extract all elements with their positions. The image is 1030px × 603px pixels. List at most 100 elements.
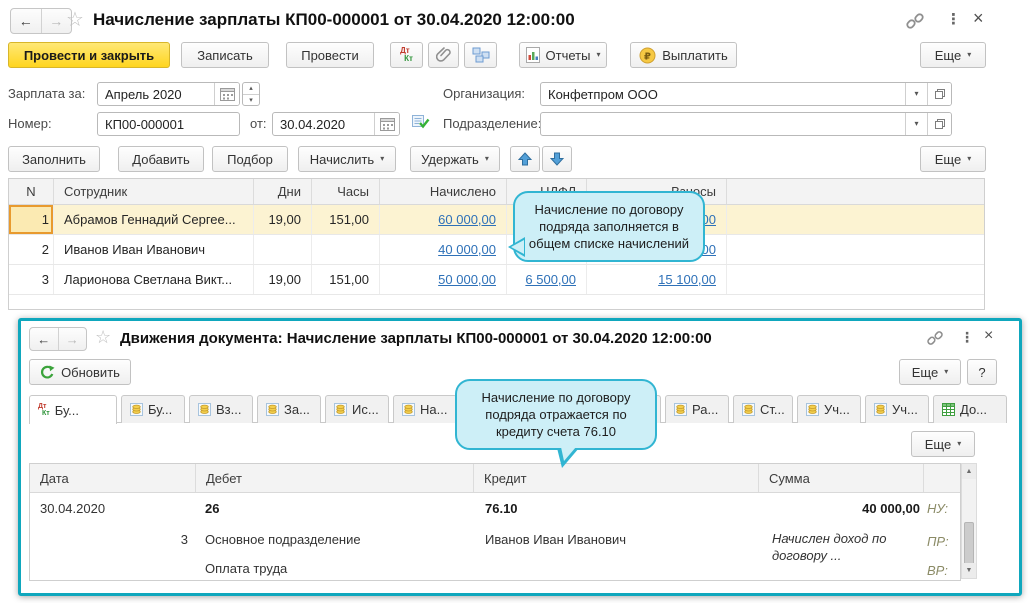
col-header-employee[interactable]: Сотрудник [53,179,253,204]
department-open-button[interactable] [927,113,951,135]
cell-accrued[interactable]: 60 000,00 [379,205,506,234]
entry-credit-person[interactable]: Иванов Иван Иванович [485,532,626,547]
cell-employee[interactable]: Ларионова Светлана Викт... [53,265,253,294]
tab-1[interactable]: Бу... [121,395,185,423]
table-row[interactable]: 1 Абрамов Геннадий Сергее... 19,00 151,0… [9,205,984,235]
cell-n[interactable]: 1 [9,205,53,234]
back-button[interactable]: ← [30,328,58,350]
link-icon[interactable] [905,11,925,31]
table-row[interactable]: 3 Ларионова Светлана Викт... 19,00 151,0… [9,265,984,295]
organization-dropdown-button[interactable]: ▾ [905,83,927,105]
cell-days[interactable]: 19,00 [253,205,311,234]
col-header-days[interactable]: Дни [253,179,311,204]
attachments-button[interactable] [428,42,459,68]
movement-entry[interactable]: 30.04.2020 26 76.10 40 000,00 НУ: 3 Осно… [30,493,960,580]
move-up-button[interactable] [510,146,540,172]
tab-9[interactable]: Уч... [797,395,861,423]
cell-hours[interactable] [311,235,379,264]
withhold-button[interactable]: Удержать ▾ [410,146,500,172]
more-button-toolbar[interactable]: Еще ▾ [920,42,986,68]
entry-credit-account[interactable]: 76.10 [485,501,518,516]
tab-11[interactable]: До... [933,395,1007,423]
ndfl-link[interactable]: 6 500,00 [525,272,576,287]
department-dropdown-button[interactable]: ▾ [905,113,927,135]
tab-8[interactable]: Ст... [733,395,793,423]
number-field[interactable]: КП00-000001 [97,112,240,136]
cell-days[interactable] [253,235,311,264]
help-button[interactable]: ? [967,359,997,385]
document-check-icon[interactable] [412,114,430,130]
organization-field[interactable]: Конфетпром ООО ▾ [540,82,952,106]
salary-period-field[interactable]: Апрель 2020 [97,82,240,106]
cell-contributions[interactable]: 15 100,00 [586,265,726,294]
entry-debit-account[interactable]: 26 [205,501,219,516]
entry-debit-item[interactable]: Оплата труда [205,561,287,576]
write-button[interactable]: Записать [181,42,269,68]
entry-line-number[interactable]: 3 [148,532,188,547]
period-spinner[interactable]: ▴ ▾ [242,82,260,106]
close-icon[interactable]: × [973,8,984,29]
fill-button[interactable]: Заполнить [8,146,100,172]
menu-dots-icon[interactable]: ⋮ [946,10,961,28]
col-header-n[interactable]: N [9,179,53,204]
post-button[interactable]: Провести [286,42,374,68]
structure-button[interactable] [464,42,497,68]
spinner-up-icon[interactable]: ▴ [243,83,259,95]
col-header-accrued[interactable]: Начислено [379,179,506,204]
cell-hours[interactable]: 151,00 [311,265,379,294]
close-icon[interactable]: × [984,327,993,345]
col-header-date[interactable]: Дата [30,464,195,492]
col-header-credit[interactable]: Кредит [473,464,758,492]
vertical-scrollbar[interactable]: ▲ ▼ [961,463,977,579]
accrue-button[interactable]: Начислить ▾ [298,146,396,172]
more-button-commands[interactable]: Еще ▾ [920,146,986,172]
accrued-link[interactable]: 40 000,00 [438,242,496,257]
cell-n[interactable]: 3 [9,265,53,294]
department-field[interactable]: ▾ [540,112,952,136]
contributions-link[interactable]: 15 100,00 [658,272,716,287]
more-button[interactable]: Еще ▾ [899,359,961,385]
dtkt-button[interactable]: Дт Кт [390,42,423,68]
table-row[interactable]: 2 Иванов Иван Иванович 40 000,00 840,00 [9,235,984,265]
tab-2[interactable]: Вз... [189,395,253,423]
scroll-down-button[interactable]: ▼ [962,563,976,578]
tab-7[interactable]: Ра... [665,395,729,423]
cell-accrued[interactable]: 50 000,00 [379,265,506,294]
favorite-star-icon[interactable]: ☆ [66,7,84,32]
cell-ndfl[interactable]: 6 500,00 [506,265,586,294]
entry-date[interactable]: 30.04.2020 [40,501,105,516]
tab-3[interactable]: За... [257,395,321,423]
date-calendar-button[interactable] [374,113,399,135]
calendar-button[interactable] [214,83,239,105]
cell-hours[interactable]: 151,00 [311,205,379,234]
scrollbar-thumb[interactable] [964,522,974,566]
back-button[interactable]: ← [11,9,41,33]
pay-button[interactable]: ₽ Выплатить [630,42,737,68]
add-button[interactable]: Добавить [118,146,204,172]
accrued-link[interactable]: 50 000,00 [438,272,496,287]
col-header-debit[interactable]: Дебет [195,464,473,492]
tab-4[interactable]: Ис... [325,395,389,423]
accrued-link[interactable]: 60 000,00 [438,212,496,227]
post-and-close-button[interactable]: Провести и закрыть [8,42,170,68]
entry-debit-department[interactable]: Основное подразделение [205,532,361,547]
entry-sum[interactable]: 40 000,00 [770,501,920,516]
cell-accrued[interactable]: 40 000,00 [379,235,506,264]
more-button-grid[interactable]: Еще ▾ [911,431,975,457]
pick-button[interactable]: Подбор [212,146,288,172]
organization-open-button[interactable] [927,83,951,105]
tab-accounting[interactable]: Дт Кт Бу... [29,395,117,424]
cell-employee[interactable]: Иванов Иван Иванович [53,235,253,264]
reports-button[interactable]: Отчеты ▾ [519,42,607,68]
menu-dots-icon[interactable]: ⋮ [960,329,974,346]
date-field[interactable]: 30.04.2020 [272,112,400,136]
cell-n[interactable]: 2 [9,235,53,264]
spinner-down-icon[interactable]: ▾ [243,95,259,106]
tab-10[interactable]: Уч... [865,395,929,423]
col-header-sum[interactable]: Сумма [758,464,923,492]
refresh-button[interactable]: Обновить [29,359,131,385]
move-down-button[interactable] [542,146,572,172]
link-icon[interactable] [926,329,944,347]
tab-5[interactable]: На... [393,395,457,423]
forward-button[interactable]: → [57,328,87,350]
